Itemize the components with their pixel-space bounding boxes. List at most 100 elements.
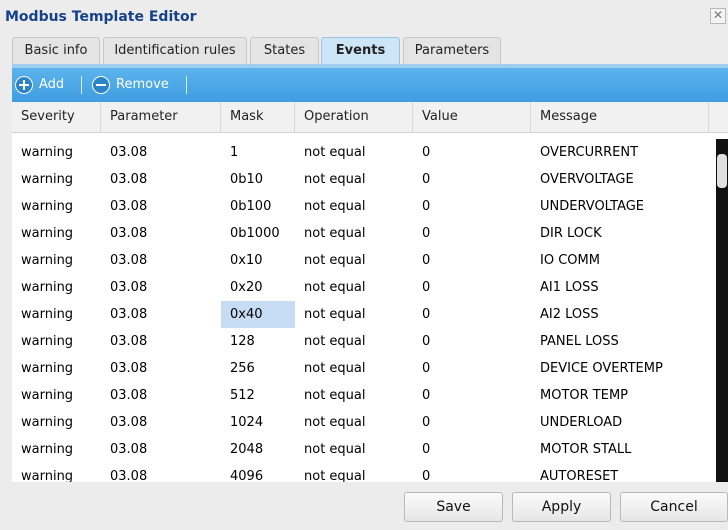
tab-states[interactable]: States	[250, 37, 319, 64]
cancel-button[interactable]: Cancel	[620, 492, 728, 522]
cell-value[interactable]: 0	[413, 220, 531, 247]
table-row[interactable]: warning 03.08 0b100 not equal 0 UNDERVOLTAGE	[12, 193, 716, 220]
cell-message[interactable]: UNDERVOLTAGE	[531, 193, 716, 220]
cell-operation[interactable]: not equal	[295, 139, 413, 166]
cell-severity[interactable]: warning	[12, 382, 101, 409]
cell-severity[interactable]: warning	[12, 436, 101, 463]
cell-parameter[interactable]: 03.08	[101, 301, 221, 328]
save-button[interactable]: Save	[404, 492, 503, 522]
tab-events[interactable]: Events	[321, 37, 400, 66]
cell-value[interactable]: 0	[413, 301, 531, 328]
table-row[interactable]: warning 03.08 0x10 not equal 0 IO COMM	[12, 247, 716, 274]
table-row[interactable]: warning 03.08 256 not equal 0 DEVICE OVERTEMP	[12, 355, 716, 382]
cell-parameter[interactable]: 03.08	[101, 328, 221, 355]
cell-mask[interactable]: 1	[221, 139, 295, 166]
cell-operation[interactable]: not equal	[295, 166, 413, 193]
cell-operation[interactable]: not equal	[295, 193, 413, 220]
cell-mask[interactable]: 2048	[221, 436, 295, 463]
table-row[interactable]: warning 03.08 4096 not equal 0 AUTORESET	[12, 463, 716, 482]
cell-operation[interactable]: not equal	[295, 409, 413, 436]
cell-mask[interactable]: 4096	[221, 463, 295, 482]
table-row[interactable]: warning 03.08 0x20 not equal 0 AI1 LOSS	[12, 274, 716, 301]
cell-operation[interactable]: not equal	[295, 382, 413, 409]
cell-message[interactable]: DEVICE OVERTEMP	[531, 355, 716, 382]
cell-operation[interactable]: not equal	[295, 463, 413, 482]
cell-parameter[interactable]: 03.08	[101, 139, 221, 166]
cell-message[interactable]: IO COMM	[531, 247, 716, 274]
column-header-parameter[interactable]: Parameter	[101, 102, 221, 132]
table-row[interactable]: warning 03.08 1 not equal 0 OVERCURRENT	[12, 139, 716, 166]
cell-message[interactable]: AUTORESET	[531, 463, 716, 482]
column-header-severity[interactable]: Severity	[12, 102, 101, 132]
table-row[interactable]: warning 03.08 128 not equal 0 PANEL LOSS	[12, 328, 716, 355]
column-header-mask[interactable]: Mask	[221, 102, 295, 132]
cell-parameter[interactable]: 03.08	[101, 382, 221, 409]
close-icon[interactable]: ✕	[710, 8, 726, 24]
table-row[interactable]: warning 03.08 0b1000 not equal 0 DIR LOCK	[12, 220, 716, 247]
column-header-operation[interactable]: Operation	[295, 102, 413, 132]
title-bar[interactable]: Modbus Template Editor ✕	[0, 0, 728, 34]
cell-value[interactable]: 0	[413, 463, 531, 482]
table-row[interactable]: warning 03.08 0x40 not equal 0 AI2 LOSS	[12, 301, 716, 328]
vertical-scrollbar[interactable]	[716, 139, 728, 482]
cell-message[interactable]: UNDERLOAD	[531, 409, 716, 436]
cell-message[interactable]: OVERCURRENT	[531, 139, 716, 166]
column-header-value[interactable]: Value	[413, 102, 531, 132]
cell-parameter[interactable]: 03.08	[101, 355, 221, 382]
cell-message[interactable]: OVERVOLTAGE	[531, 166, 716, 193]
cell-severity[interactable]: warning	[12, 409, 101, 436]
table-row[interactable]: warning 03.08 2048 not equal 0 MOTOR STALL	[12, 436, 716, 463]
cell-severity[interactable]: warning	[12, 463, 101, 482]
cell-parameter[interactable]: 03.08	[101, 193, 221, 220]
cell-value[interactable]: 0	[413, 409, 531, 436]
table-row[interactable]: warning 03.08 0b10 not equal 0 OVERVOLTAGE	[12, 166, 716, 193]
cell-severity[interactable]: warning	[12, 166, 101, 193]
cell-mask[interactable]: 256	[221, 355, 295, 382]
cell-parameter[interactable]: 03.08	[101, 274, 221, 301]
cell-operation[interactable]: not equal	[295, 436, 413, 463]
remove-button[interactable]: Remove	[92, 75, 172, 95]
cell-value[interactable]: 0	[413, 436, 531, 463]
cell-severity[interactable]: warning	[12, 301, 101, 328]
cell-operation[interactable]: not equal	[295, 220, 413, 247]
tab-basic-info[interactable]: Basic info	[12, 37, 100, 64]
cell-operation[interactable]: not equal	[295, 328, 413, 355]
cell-severity[interactable]: warning	[12, 328, 101, 355]
cell-operation[interactable]: not equal	[295, 247, 413, 274]
cell-value[interactable]: 0	[413, 328, 531, 355]
cell-mask[interactable]: 512	[221, 382, 295, 409]
cell-severity[interactable]: warning	[12, 193, 101, 220]
apply-button[interactable]: Apply	[512, 492, 611, 522]
cell-severity[interactable]: warning	[12, 355, 101, 382]
table-row[interactable]: warning 03.08 512 not equal 0 MOTOR TEMP	[12, 382, 716, 409]
cell-mask[interactable]: 0b10	[221, 166, 295, 193]
cell-mask[interactable]: 0x20	[221, 274, 295, 301]
cell-mask[interactable]: 1024	[221, 409, 295, 436]
cell-message[interactable]: AI1 LOSS	[531, 274, 716, 301]
cell-value[interactable]: 0	[413, 166, 531, 193]
cell-value[interactable]: 0	[413, 274, 531, 301]
tab-identification-rules[interactable]: Identification rules	[103, 37, 247, 64]
add-button[interactable]: Add	[15, 75, 73, 95]
cell-value[interactable]: 0	[413, 193, 531, 220]
column-header-message[interactable]: Message	[531, 102, 709, 132]
cell-severity[interactable]: warning	[12, 247, 101, 274]
cell-parameter[interactable]: 03.08	[101, 166, 221, 193]
cell-value[interactable]: 0	[413, 382, 531, 409]
cell-value[interactable]: 0	[413, 139, 531, 166]
cell-value[interactable]: 0	[413, 247, 531, 274]
cell-parameter[interactable]: 03.08	[101, 409, 221, 436]
cell-severity[interactable]: warning	[12, 274, 101, 301]
cell-parameter[interactable]: 03.08	[101, 436, 221, 463]
cell-operation[interactable]: not equal	[295, 355, 413, 382]
cell-value[interactable]: 0	[413, 355, 531, 382]
cell-operation[interactable]: not equal	[295, 301, 413, 328]
cell-message[interactable]: MOTOR STALL	[531, 436, 716, 463]
cell-parameter[interactable]: 03.08	[101, 247, 221, 274]
cell-mask[interactable]: 0b1000	[221, 220, 295, 247]
cell-severity[interactable]: warning	[12, 220, 101, 247]
cell-message[interactable]: AI2 LOSS	[531, 301, 716, 328]
tab-parameters[interactable]: Parameters	[403, 37, 501, 64]
scrollbar-thumb[interactable]	[717, 154, 727, 188]
cell-parameter[interactable]: 03.08	[101, 463, 221, 482]
